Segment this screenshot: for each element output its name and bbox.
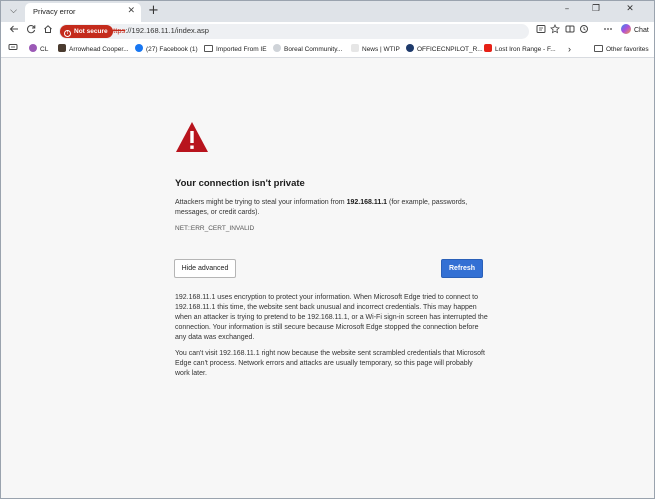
window-close-button[interactable]: ✕	[619, 4, 641, 14]
wtip-icon	[351, 44, 359, 52]
copilot-icon	[621, 24, 631, 34]
error-page: Your connection isn't private Attackers …	[1, 59, 654, 498]
favorite-label: Imported From IE	[216, 46, 267, 53]
tab-privacy-error[interactable]: Privacy error ✕	[25, 3, 141, 22]
favorite-item-wtip[interactable]: News | WTIP	[351, 44, 400, 55]
home-icon[interactable]	[40, 24, 55, 39]
facebook-icon	[135, 44, 143, 52]
other-favorites-folder[interactable]: Other favorites	[594, 44, 649, 55]
url-rest: ://192.168.11.1/index.asp	[125, 26, 209, 35]
favorite-item-cl[interactable]: CL	[29, 44, 48, 55]
other-favorites-label: Other favorites	[606, 46, 649, 53]
not-secure-label: Not secure	[74, 28, 108, 35]
advanced-details-paragraph: 192.168.11.1 uses encryption to protect …	[175, 294, 488, 341]
restore-button[interactable]: ❐	[585, 4, 607, 14]
chat-label: Chat	[634, 27, 649, 34]
favorite-item-facebook[interactable]: (27) Facebook (1)	[135, 44, 198, 55]
more-options-icon[interactable]	[600, 24, 615, 39]
favorite-label: Boreal Community...	[284, 46, 343, 53]
copilot-chat-button[interactable]: Chat	[621, 24, 649, 38]
refresh-icon[interactable]	[23, 24, 38, 39]
favorite-label: CL	[40, 46, 49, 53]
browser-toolbar: ! Not secure https://192.168.11.1/index.a…	[1, 22, 654, 58]
boreal-icon	[273, 44, 281, 52]
favorite-item-lost-iron-range[interactable]: Lost Iron Range - F...	[484, 44, 556, 55]
favorite-label: (27) Facebook (1)	[146, 46, 198, 53]
favorite-folder-imported[interactable]: Imported From IE	[204, 44, 267, 55]
hide-advanced-button[interactable]: Hide advanced	[174, 259, 236, 278]
cannot-visit-paragraph: You can't visit 192.168.11.1 right now b…	[175, 350, 485, 377]
favorite-label: Lost Iron Range - F...	[495, 46, 556, 53]
tab-title: Privacy error	[33, 7, 76, 16]
favorite-label: News | WTIP	[362, 46, 400, 53]
back-arrow-icon[interactable]	[6, 24, 21, 39]
history-icon[interactable]	[576, 24, 591, 39]
tab-strip: ⌵ Privacy error ✕ + – ❐ ✕	[1, 1, 654, 22]
error-code[interactable]: NET::ERR_CERT_INVALID	[175, 225, 254, 232]
tab-actions-menu-icon[interactable]: ⌵	[5, 4, 22, 19]
collections-icon[interactable]	[5, 42, 20, 57]
intro-text-before: Attackers might be trying to steal your …	[175, 199, 347, 206]
error-heading: Your connection isn't private	[175, 178, 305, 189]
minimize-button[interactable]: –	[556, 4, 578, 14]
url-text[interactable]: https://192.168.11.1/index.asp	[109, 26, 209, 35]
youtube-icon	[484, 44, 492, 52]
favorite-label: OFFICECNPILOT_R...	[417, 46, 483, 53]
officecn-icon	[406, 44, 414, 52]
peace-icon	[29, 44, 37, 52]
arrowhead-icon	[58, 44, 66, 52]
address-bar[interactable]: ! Not secure https://192.168.11.1/index.a…	[59, 24, 529, 39]
folder-icon	[594, 45, 603, 52]
warning-triangle-icon	[176, 122, 208, 152]
split-screen-icon[interactable]	[562, 24, 577, 39]
favorite-item-arrowhead[interactable]: Arrowhead Cooper...	[58, 44, 129, 55]
error-intro-paragraph: Attackers might be trying to steal your …	[175, 198, 489, 218]
favorite-item-officecnpilot[interactable]: OFFICECNPILOT_R...	[406, 44, 483, 55]
favorite-label: Arrowhead Cooper...	[69, 46, 129, 53]
read-aloud-icon[interactable]	[533, 24, 548, 39]
not-secure-badge[interactable]: ! Not secure	[60, 25, 113, 38]
favorites-overflow-chevron-icon[interactable]: ›	[568, 44, 571, 55]
favorite-item-boreal[interactable]: Boreal Community...	[273, 44, 342, 55]
favorite-star-icon[interactable]	[547, 24, 562, 39]
refresh-button[interactable]: Refresh	[441, 259, 483, 278]
warning-circle-icon: !	[64, 30, 71, 37]
url-scheme: https	[109, 26, 126, 35]
host-address: 192.168.11.1	[346, 199, 388, 206]
favorites-bar: CL Arrowhead Cooper... (27) Facebook (1)…	[1, 41, 654, 58]
new-tab-button[interactable]: +	[148, 3, 159, 18]
tab-close-icon[interactable]: ✕	[127, 6, 135, 16]
folder-icon	[204, 45, 213, 52]
